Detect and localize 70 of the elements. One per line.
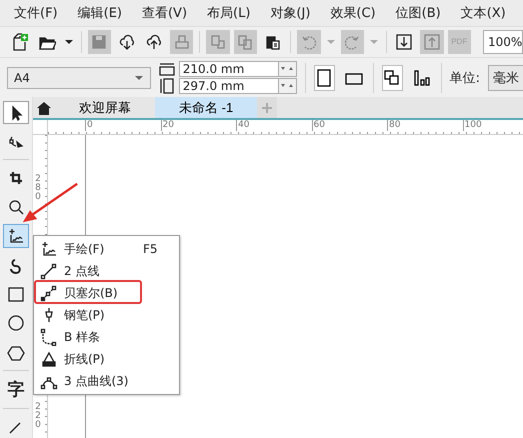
page-height-icon (158, 78, 175, 94)
overlapping-pages-icon (383, 68, 402, 86)
export-icon (422, 33, 441, 51)
circle-icon (7, 314, 25, 332)
units-label: 单位: (450, 70, 480, 86)
flyout-menu-item[interactable]: 贝塞尔(B) (34, 282, 179, 304)
spinner-arrows-icon (281, 67, 294, 71)
landscape-page-icon (344, 70, 363, 84)
text-tool-button[interactable]: 字 (3, 377, 29, 402)
page-size-dropdown[interactable]: A4 (7, 66, 151, 88)
magnifier-icon (7, 198, 25, 216)
arrow-pointer-tool-button[interactable] (3, 101, 29, 124)
spinner-arrows-icon (281, 84, 294, 88)
ruler-label: 280 (34, 175, 42, 202)
annotation-arrow (22, 183, 78, 223)
caret-icon (326, 40, 335, 44)
flyout-menu-item[interactable]: 钢笔(P) (34, 304, 179, 326)
menu-item[interactable]: 位图(B) (388, 4, 453, 22)
document-tab[interactable]: 欢迎屏幕 (55, 97, 155, 118)
freehand-icon (40, 240, 58, 258)
menu-item[interactable]: 效果(C) (322, 4, 388, 22)
flyout-menu-item[interactable]: B 样条 (34, 326, 179, 348)
width-spinner[interactable] (278, 61, 297, 77)
page-width-icon (158, 62, 175, 76)
cloud-download-icon (118, 33, 136, 51)
hexagon-icon (7, 344, 25, 362)
cloud-upload-icon (145, 33, 164, 51)
home-icon (36, 100, 52, 116)
menu-item[interactable]: 文本(X) (452, 4, 518, 22)
ruler-label: 80 (387, 120, 400, 131)
menu-item[interactable]: 布局(L) (199, 4, 262, 22)
menu-item[interactable]: 对象(J) (262, 4, 322, 22)
plus-icon (261, 102, 274, 114)
ruler-label: 0 (85, 120, 93, 131)
ruler-label: 220 (34, 403, 42, 430)
ruler-label: 60 (312, 120, 325, 131)
flyout-menu-item[interactable]: 3 点曲线(3) (34, 370, 179, 392)
menu-item[interactable]: 编辑(E) (70, 4, 134, 22)
freehand-tool-button[interactable] (3, 224, 29, 248)
ruler-label: 100 (462, 120, 482, 131)
portrait-page-button[interactable] (314, 64, 336, 90)
polyline-icon (40, 350, 58, 368)
flyout-menu-item[interactable]: 手绘(F) F5 (34, 238, 179, 260)
menu-item[interactable]: 文件(F) (6, 4, 70, 22)
b-spline-icon (40, 328, 58, 346)
import-icon (395, 33, 414, 51)
ruler-label: 40 (236, 120, 250, 131)
freehand-icon (7, 227, 25, 245)
bar-pages-icon (412, 68, 431, 86)
page-height-field[interactable]: 297.0 mm (178, 78, 279, 94)
printer-icon (172, 33, 190, 51)
copy-icon (208, 33, 227, 51)
caret-icon (370, 40, 378, 44)
ruler-label: 20 (160, 120, 174, 131)
bezier-curve-icon (40, 284, 58, 302)
two-point-line-icon (40, 262, 58, 280)
menu-item[interactable]: 查看(V) (134, 4, 200, 22)
portrait-page-icon (317, 68, 332, 86)
document-tab[interactable]: 未命名 -1 (155, 97, 258, 118)
all-pages-button[interactable] (382, 64, 404, 90)
page-width-field[interactable]: 210.0 mm (178, 61, 279, 77)
zoom-field[interactable]: 100% (482, 30, 523, 54)
units-dropdown[interactable]: 毫米 (488, 64, 523, 90)
new-document-icon (10, 33, 29, 51)
height-spinner[interactable] (278, 78, 297, 94)
caret-icon (64, 40, 73, 44)
paste-icon (236, 33, 254, 51)
rectangle-icon (7, 285, 25, 304)
flyout-menu-item[interactable]: 2 点线 (34, 260, 179, 282)
flyout-menu-item[interactable]: 折线(P) (34, 348, 179, 370)
